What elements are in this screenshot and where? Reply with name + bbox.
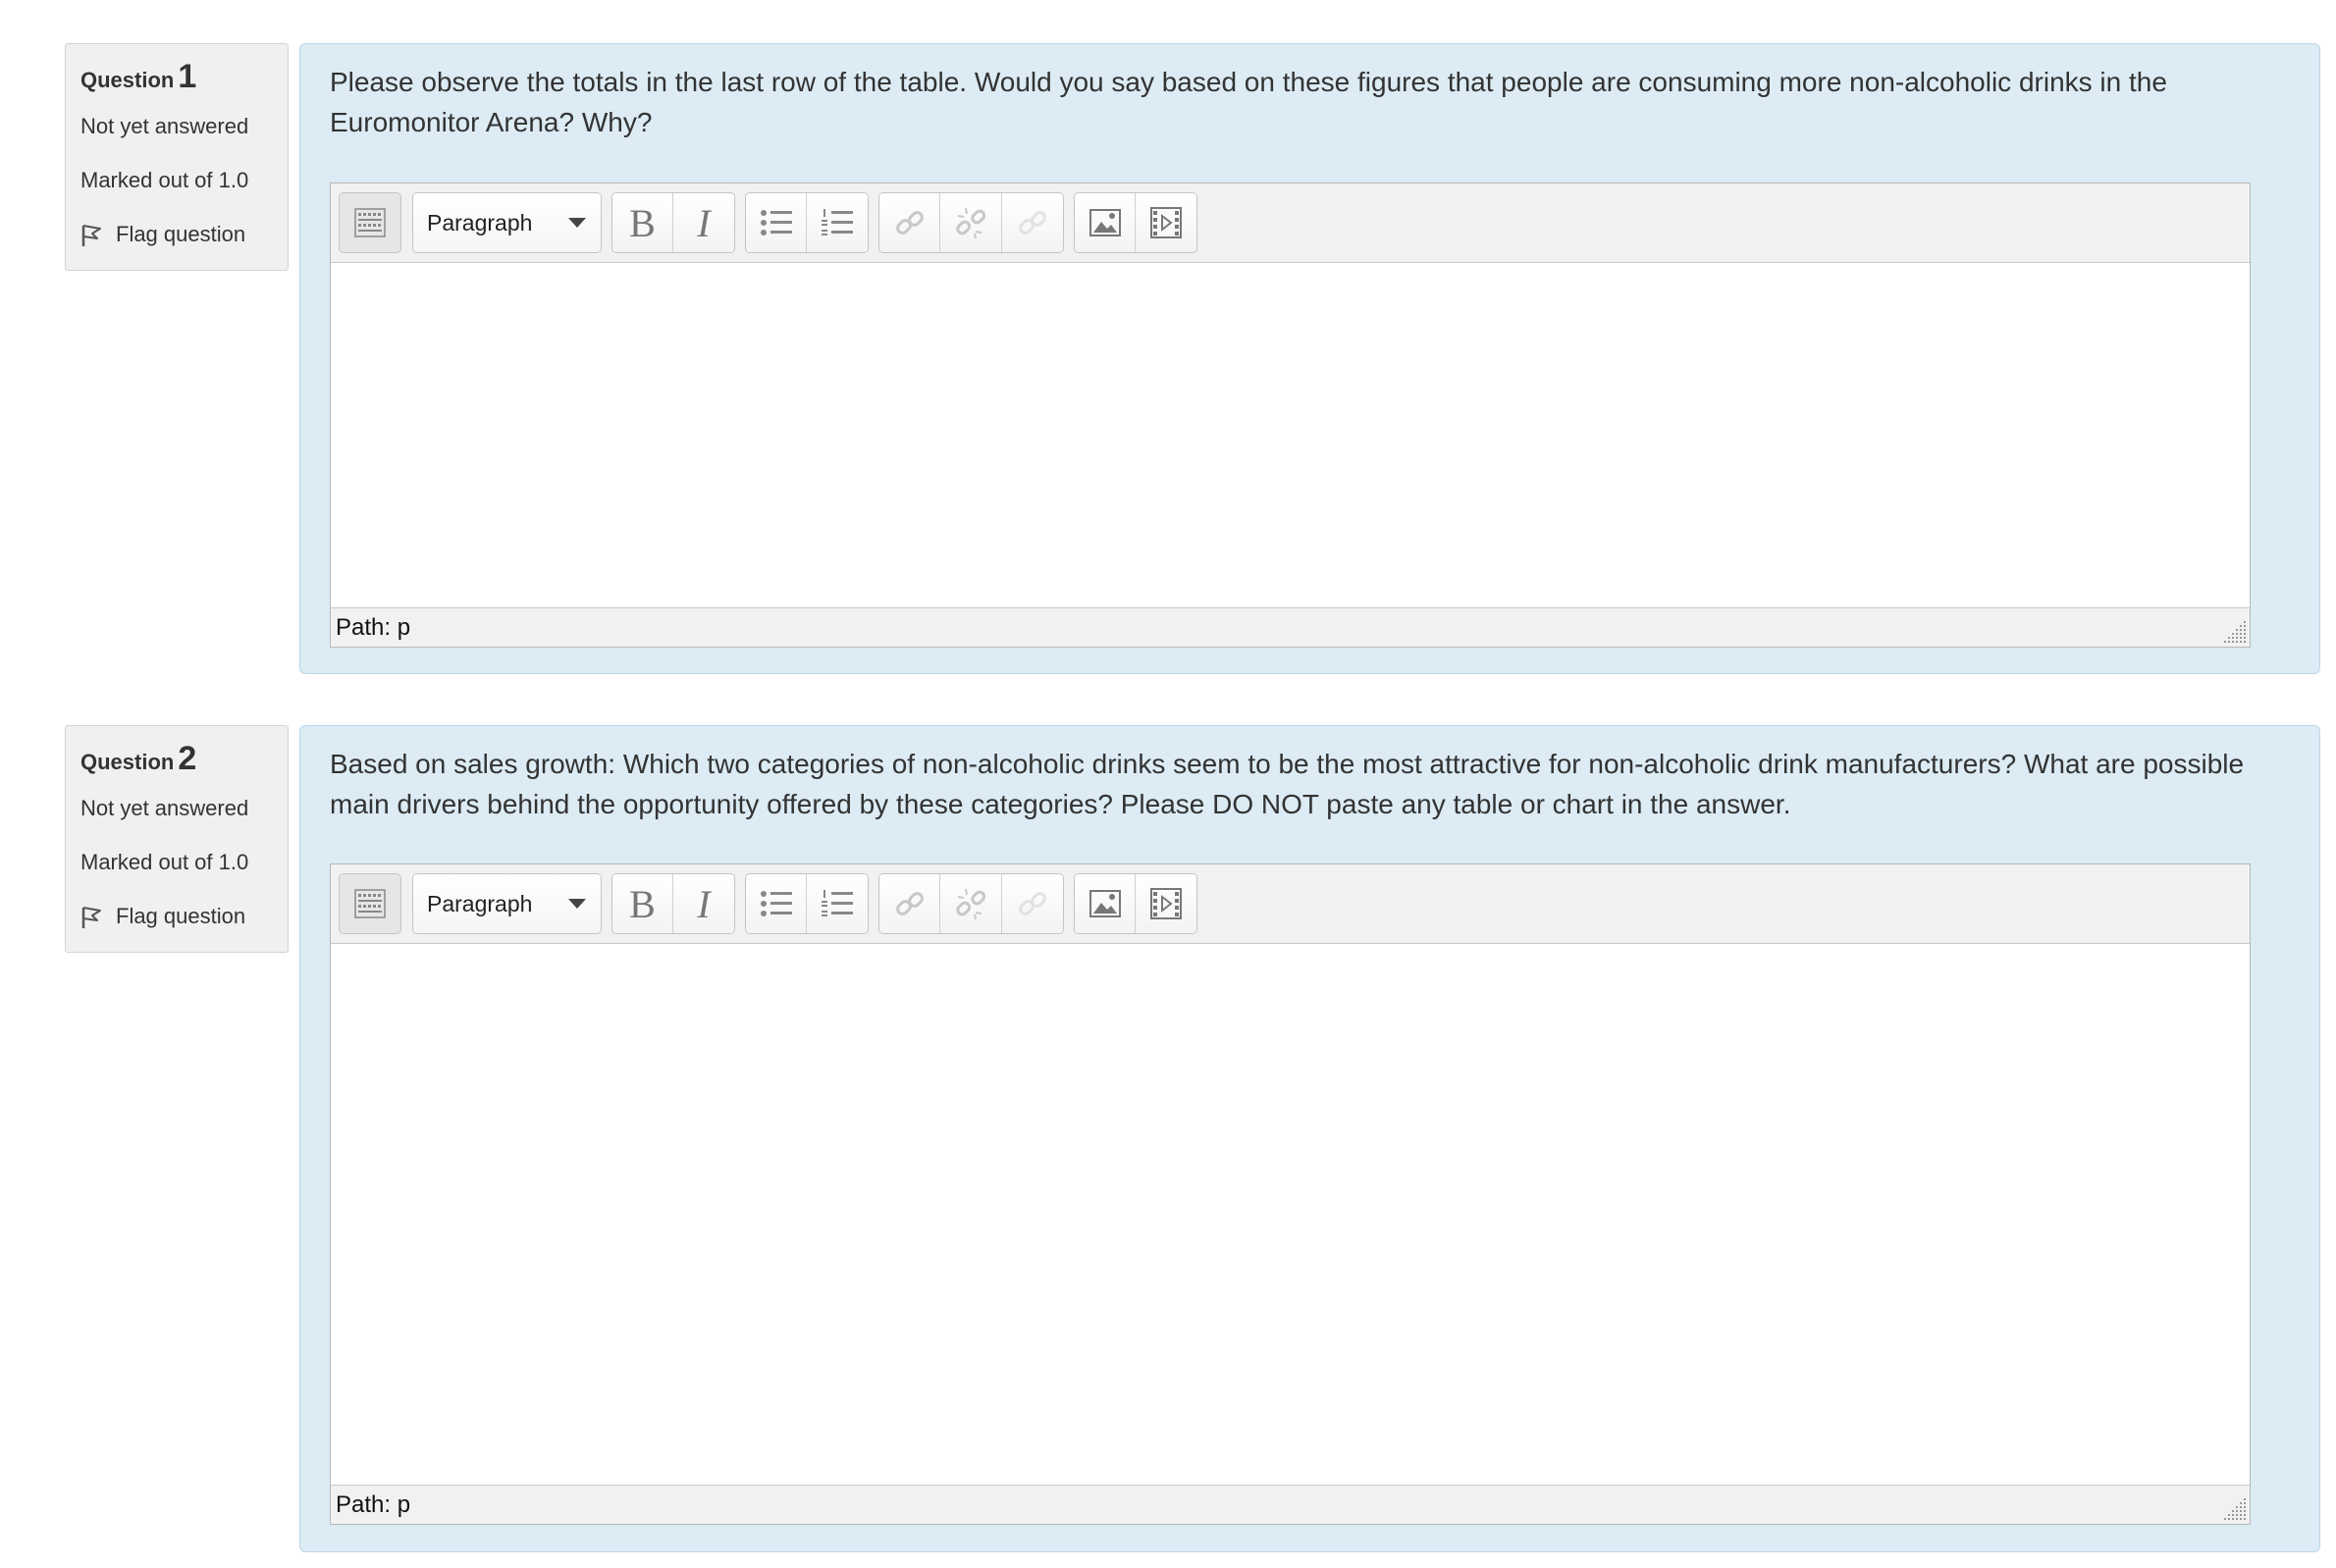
bullet-list-button[interactable]	[746, 874, 808, 933]
flag-question-link[interactable]: Flag question	[80, 904, 273, 929]
list-group	[745, 873, 869, 934]
italic-button[interactable]: I	[673, 874, 734, 933]
answer-editor: Paragraph B I Path: p	[330, 863, 2251, 1525]
question-label: Question	[80, 68, 175, 92]
format-group: Paragraph	[412, 192, 602, 253]
question-number: 2	[178, 740, 197, 777]
question-text: Based on sales growth: Which two categor…	[330, 749, 2245, 819]
toolbar-toggle-button[interactable]	[340, 193, 400, 252]
question-marks: Marked out of 1.0	[80, 850, 249, 874]
media-icon	[1150, 207, 1182, 238]
insert-image-button[interactable]	[1075, 193, 1137, 252]
editor-path-bar: Path: p	[331, 607, 2250, 647]
link-icon	[895, 211, 924, 235]
question-number-heading: Question 1	[80, 58, 273, 96]
toolbar-toggle-group	[339, 192, 401, 253]
format-group: Paragraph	[412, 873, 602, 934]
flag-icon	[81, 907, 101, 928]
resize-grip-icon[interactable]	[2218, 619, 2248, 645]
style-group: B I	[611, 873, 735, 934]
answer-editor: Paragraph B I Path: p	[330, 183, 2251, 648]
editor-path-label: Path: p	[336, 614, 411, 641]
numbered-list-button[interactable]	[807, 193, 868, 252]
question-status: Not yet answered	[80, 796, 249, 820]
format-select[interactable]: Paragraph	[413, 193, 601, 252]
toolbar-toggle-group	[339, 873, 401, 934]
bold-button[interactable]: B	[612, 193, 674, 252]
editor-path-label: Path: p	[336, 1491, 411, 1518]
anchor-button[interactable]	[1001, 874, 1063, 933]
image-icon	[1088, 890, 1121, 917]
question-number-heading: Question 2	[80, 740, 273, 778]
insert-image-button[interactable]	[1075, 874, 1137, 933]
insert-media-button[interactable]	[1136, 874, 1196, 933]
question-content: Based on sales growth: Which two categor…	[299, 725, 2320, 1552]
question-info: Question 1 Not yet answered Marked out of…	[65, 43, 289, 271]
editor-path-bar: Path: p	[331, 1485, 2250, 1524]
keyboard-toggle-icon	[354, 889, 386, 918]
unlink-button[interactable]	[940, 874, 1002, 933]
question-number: 1	[178, 58, 197, 95]
answer-text-area[interactable]	[331, 263, 2250, 607]
italic-button[interactable]: I	[673, 193, 734, 252]
link-group	[878, 192, 1064, 253]
question-label: Question	[80, 750, 175, 774]
ordered-list-icon	[822, 209, 853, 235]
flag-question-label: Flag question	[116, 904, 246, 928]
keyboard-toggle-icon	[354, 208, 386, 237]
anchor-button[interactable]	[1001, 193, 1063, 252]
flag-question-label: Flag question	[116, 222, 246, 246]
question-status: Not yet answered	[80, 114, 249, 138]
editor-toolbar: Paragraph B I	[331, 183, 2250, 263]
anchor-icon	[1018, 892, 1046, 915]
link-icon	[895, 892, 924, 915]
insert-media-button[interactable]	[1136, 193, 1196, 252]
question-text: Please observe the totals in the last ro…	[330, 67, 2167, 137]
format-select-value: Paragraph	[427, 209, 533, 235]
link-group	[878, 873, 1064, 934]
question-info: Question 2 Not yet answered Marked out of…	[65, 725, 289, 953]
media-group	[1074, 192, 1197, 253]
italic-icon: I	[697, 881, 711, 926]
unlink-icon	[956, 207, 986, 239]
numbered-list-button[interactable]	[807, 874, 868, 933]
media-group	[1074, 873, 1197, 934]
bold-button[interactable]: B	[612, 874, 674, 933]
toolbar-toggle-button[interactable]	[340, 874, 400, 933]
link-button[interactable]	[879, 874, 941, 933]
style-group: B I	[611, 192, 735, 253]
bullet-list-button[interactable]	[746, 193, 808, 252]
format-select[interactable]: Paragraph	[413, 874, 601, 933]
bold-icon: B	[629, 881, 656, 926]
chevron-down-icon	[568, 218, 586, 228]
media-icon	[1150, 888, 1182, 919]
bold-icon: B	[629, 200, 656, 245]
flag-question-link[interactable]: Flag question	[80, 222, 273, 247]
format-select-value: Paragraph	[427, 890, 533, 916]
link-button[interactable]	[879, 193, 941, 252]
unordered-list-icon	[760, 210, 792, 235]
anchor-icon	[1018, 211, 1046, 235]
ordered-list-icon	[822, 890, 853, 916]
resize-grip-icon[interactable]	[2218, 1496, 2248, 1522]
unordered-list-icon	[760, 891, 792, 916]
question-marks: Marked out of 1.0	[80, 168, 249, 192]
unlink-icon	[956, 888, 986, 920]
editor-toolbar: Paragraph B I	[331, 864, 2250, 944]
chevron-down-icon	[568, 899, 586, 909]
list-group	[745, 192, 869, 253]
question-content: Please observe the totals in the last ro…	[299, 43, 2320, 674]
answer-text-area[interactable]	[331, 944, 2250, 1485]
italic-icon: I	[697, 200, 711, 245]
image-icon	[1088, 209, 1121, 236]
flag-icon	[81, 225, 101, 246]
unlink-button[interactable]	[940, 193, 1002, 252]
